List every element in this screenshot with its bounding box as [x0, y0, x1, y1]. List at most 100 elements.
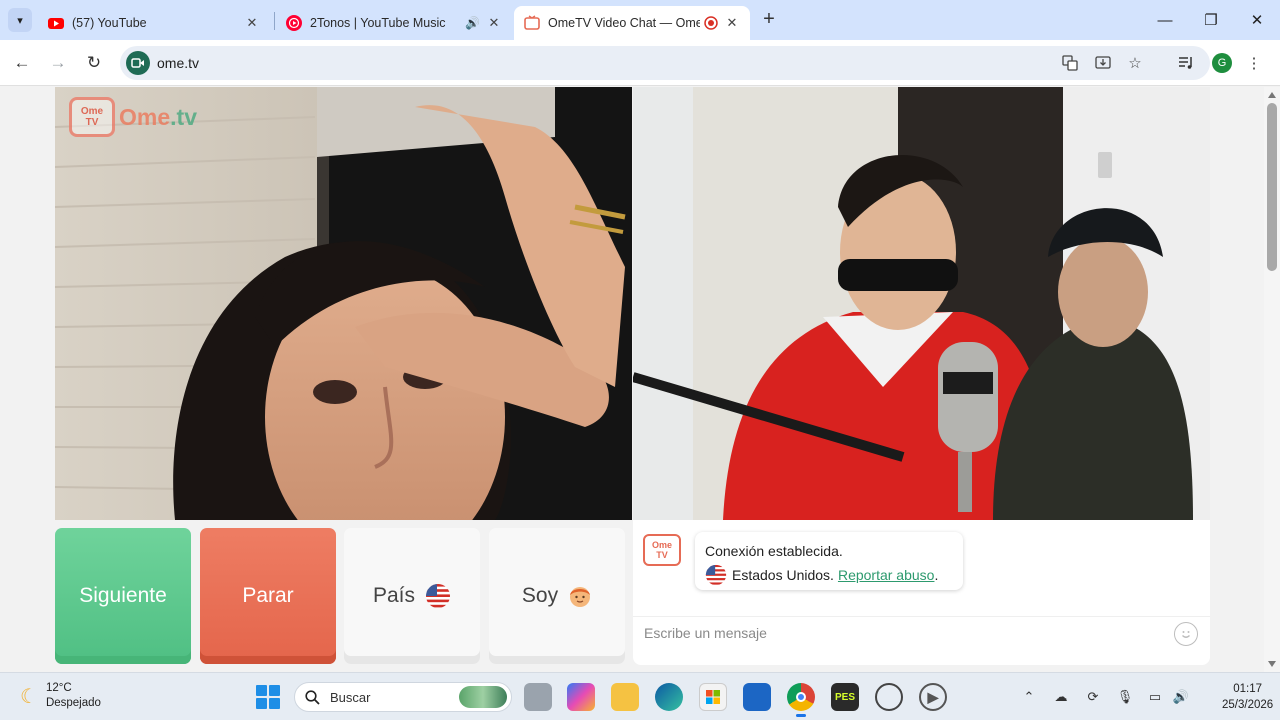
country-button[interactable]: País — [344, 528, 480, 664]
stop-button-label: Parar — [242, 584, 294, 607]
media-controls-icon[interactable] — [1176, 53, 1196, 73]
recording-icon — [704, 16, 718, 30]
pes-game-icon[interactable]: PES — [831, 683, 859, 711]
forward-button[interactable]: → — [46, 51, 70, 75]
gender-button[interactable]: Soy — [489, 528, 625, 664]
country-text: Estados Unidos. — [732, 567, 834, 583]
close-window-button[interactable]: ✕ — [1234, 0, 1280, 40]
windows-taskbar: ☾ 12°C Despejado Buscar PES ▶ ⌃ ☁ ⟳ 🎙 ▭ … — [0, 672, 1280, 720]
back-button[interactable]: ← — [10, 51, 34, 75]
system-clock[interactable]: 01:17 25/3/2026 — [1222, 681, 1274, 713]
search-placeholder: Buscar — [330, 689, 371, 705]
profile-avatar[interactable]: G — [1212, 53, 1232, 73]
tab-search-button[interactable]: ▾ — [8, 8, 32, 32]
chrome-icon[interactable] — [787, 683, 815, 717]
bookmark-star-icon[interactable]: ☆ — [1126, 54, 1144, 72]
new-tab-button[interactable]: + — [758, 9, 780, 31]
reload-button[interactable]: ↻ — [82, 51, 106, 75]
scroll-down-icon[interactable] — [1268, 661, 1276, 667]
connected-text: Conexión establecida. — [705, 543, 843, 559]
tab-title: 2Tonos | YouTube Music — [310, 16, 446, 30]
logo-badge-bottom: TV — [85, 117, 99, 128]
arrow-left-icon: ← — [13, 53, 31, 72]
onedrive-icon[interactable]: ☁ — [1052, 688, 1070, 706]
site-info-icon[interactable] — [126, 51, 150, 75]
taskbar-search[interactable]: Buscar — [294, 682, 512, 712]
arrow-right-icon: → — [49, 53, 67, 72]
tab-youtube-music[interactable]: 2Tonos | YouTube Music 🔊 ✕ — [276, 6, 512, 40]
logo-wordmark: Ome.tv — [119, 104, 197, 131]
ometv-icon — [524, 15, 540, 30]
install-app-icon[interactable] — [1094, 54, 1112, 72]
youtube-icon — [48, 18, 64, 29]
restore-button[interactable]: ❐ — [1188, 0, 1234, 40]
store-icon[interactable] — [699, 683, 727, 711]
windows-logo-icon — [256, 685, 267, 696]
tab-title: OmeTV Video Chat — Ome — [548, 16, 700, 30]
close-icon[interactable]: ✕ — [724, 15, 740, 31]
tab-strip: ▾ (57) YouTube ✕ 2Tonos | YouTube Music … — [0, 0, 1280, 40]
clock-date: 25/3/2026 — [1222, 699, 1274, 711]
message-input[interactable] — [644, 625, 1164, 641]
logo-word-suffix: .tv — [170, 103, 197, 130]
volume-icon[interactable]: 🔊 — [1172, 688, 1190, 706]
gender-button-label: Soy — [521, 584, 559, 607]
minimize-button[interactable]: — — [1142, 0, 1188, 40]
smiley-icon — [1182, 631, 1190, 638]
logo-badge-top: Ome — [80, 106, 104, 117]
weather-widget[interactable]: ☾ 12°C Despejado — [20, 681, 101, 711]
next-button[interactable]: Siguiente — [55, 528, 191, 664]
country-row: Estados Unidos. Reportar abuso. — [705, 563, 953, 587]
translate-icon[interactable] — [1061, 54, 1079, 72]
report-suffix: . — [934, 567, 939, 583]
tab-title: (57) YouTube — [72, 16, 147, 30]
weather-description: Despejado — [45, 697, 101, 709]
chevron-up-icon[interactable]: ⌃ — [1020, 688, 1038, 706]
tab-separator — [274, 12, 275, 30]
tab-youtube[interactable]: (57) YouTube ✕ — [38, 6, 270, 40]
emoji-button[interactable] — [1174, 622, 1198, 646]
us-flag-icon — [705, 564, 727, 586]
close-icon[interactable]: ✕ — [486, 15, 502, 31]
browser-toolbar: ← → ↻ ome.tv ☆ G ⋮ — [0, 40, 1280, 86]
search-highlight-image — [459, 686, 507, 708]
address-bar[interactable]: ome.tv ☆ — [120, 46, 1210, 80]
chat-avatar-top: Ome — [651, 540, 672, 550]
ometv-chat-avatar: Ome TV — [643, 534, 681, 566]
self-video-frame — [633, 87, 1210, 520]
sync-icon[interactable]: ⟳ — [1084, 688, 1102, 706]
report-abuse-link[interactable]: Reportar abuso — [838, 563, 935, 587]
logo-tv-badge: Ome TV — [69, 97, 115, 137]
self-video — [633, 87, 1210, 520]
scroll-up-icon[interactable] — [1268, 92, 1276, 98]
close-icon: ✕ — [1250, 12, 1264, 29]
task-view-icon[interactable] — [524, 683, 552, 711]
next-button-label: Siguiente — [79, 584, 167, 607]
profile-initial: G — [1217, 57, 1227, 69]
microphone-icon[interactable]: 🎙 — [1116, 688, 1134, 706]
media-player-icon[interactable]: ▶ — [919, 683, 947, 711]
restore-icon: ❐ — [1204, 12, 1218, 29]
close-icon[interactable]: ✕ — [244, 15, 260, 31]
file-explorer-icon[interactable] — [611, 683, 639, 711]
tab-ometv[interactable]: OmeTV Video Chat — Ome ✕ — [514, 6, 750, 40]
obs-icon[interactable] — [875, 683, 903, 711]
page-scrollbar[interactable] — [1264, 87, 1280, 672]
network-icon[interactable]: ▭ — [1146, 688, 1164, 706]
clock-time: 01:17 — [1233, 683, 1262, 695]
start-button[interactable] — [256, 685, 280, 709]
menu-kebab-icon[interactable]: ⋮ — [1244, 53, 1264, 73]
edge-icon[interactable] — [655, 683, 683, 711]
stop-button[interactable]: Parar — [200, 528, 336, 664]
weather-temperature: 12°C — [45, 682, 72, 694]
speaker-icon[interactable]: 🔊 — [465, 16, 480, 30]
stranger-video-frame — [55, 87, 632, 520]
reload-icon: ↻ — [86, 53, 102, 72]
copilot-icon[interactable] — [567, 683, 595, 711]
logo-word: Ome — [119, 103, 171, 130]
outlook-icon[interactable] — [743, 683, 771, 711]
minimize-icon: — — [1157, 11, 1173, 29]
youtube-music-icon — [286, 15, 302, 31]
scrollbar-thumb[interactable] — [1267, 103, 1277, 271]
ometv-page: Ome TV Ome.tv Siguiente Parar País Soy O… — [0, 87, 1264, 672]
